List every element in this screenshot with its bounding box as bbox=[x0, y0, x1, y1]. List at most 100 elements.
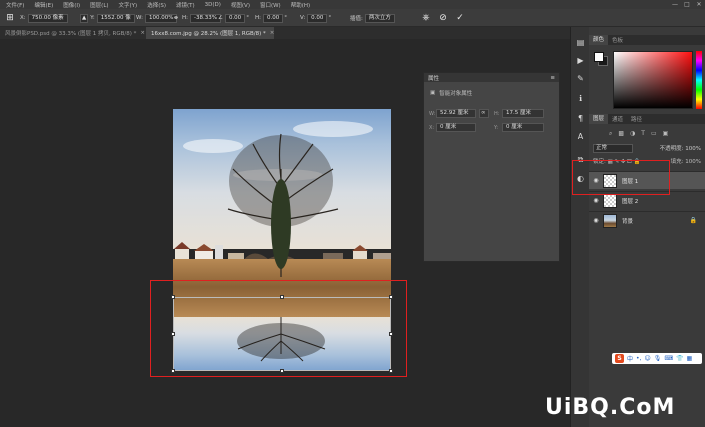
menu-image[interactable]: 图像(I) bbox=[63, 1, 80, 9]
link-icon[interactable]: ⚭ bbox=[170, 12, 182, 24]
layer-row-background[interactable]: ◉ 背景 🔒 bbox=[589, 211, 705, 229]
prop-h-label: H: bbox=[494, 111, 500, 117]
smart-object-icon: ▣ bbox=[430, 90, 436, 96]
menu-help[interactable]: 帮助(H) bbox=[291, 1, 310, 9]
filter-pixel-icon[interactable]: ▩ bbox=[618, 130, 624, 137]
ime-mode-label[interactable]: 中 bbox=[627, 354, 633, 363]
fill-label: 填充: bbox=[670, 159, 684, 165]
prop-y-label: Y: bbox=[494, 125, 499, 131]
tab-color[interactable]: 颜色 bbox=[589, 35, 609, 45]
layer-thumbnail bbox=[603, 213, 617, 228]
panel-menu-icon[interactable]: ≡ bbox=[550, 75, 555, 81]
filter-type-icon[interactable]: T bbox=[641, 130, 645, 137]
y-label: Y: bbox=[90, 15, 95, 21]
angle-icon: ∠ bbox=[218, 15, 223, 21]
vskew-label: V: bbox=[300, 15, 306, 21]
skin-icon[interactable]: 👕 bbox=[676, 355, 683, 362]
microphone-icon[interactable]: 🎙 bbox=[654, 355, 662, 362]
brush-preset-icon[interactable]: ✎ bbox=[575, 73, 586, 83]
properties-panel: 属性 ≡ ▣ 智能对象属性 W: 52.92 厘米 ∞ H: 17.5 厘米 X… bbox=[423, 72, 560, 262]
paragraph-icon[interactable]: ¶ bbox=[575, 113, 586, 123]
tab-layers[interactable]: 图层 bbox=[589, 114, 609, 124]
layer-name: 图层 2 bbox=[622, 198, 639, 205]
warp-mode-icon[interactable]: ⎈ bbox=[420, 12, 432, 24]
interpolation-label: 插值: bbox=[350, 16, 363, 22]
info-icon[interactable]: ℹ bbox=[575, 93, 586, 103]
hue-slider[interactable] bbox=[696, 51, 702, 109]
menu-view[interactable]: 视图(V) bbox=[231, 1, 250, 9]
filter-kind-icon[interactable]: ⌕ bbox=[609, 130, 612, 138]
layer-name: 背景 bbox=[622, 218, 634, 225]
hskew-label: H: bbox=[255, 15, 261, 21]
menu-3d[interactable]: 3D(D) bbox=[205, 2, 221, 8]
opacity-input[interactable]: 100% bbox=[685, 146, 701, 152]
menu-filter[interactable]: 滤镜(T) bbox=[176, 1, 195, 9]
lock-icon: 🔒 bbox=[689, 217, 697, 224]
menu-bar: 文件(F) 编辑(E) 图像(I) 图层(L) 文字(Y) 选择(S) 滤镜(T… bbox=[0, 0, 705, 9]
x-label: X: bbox=[20, 15, 26, 21]
minimize-button[interactable]: — bbox=[669, 0, 681, 9]
angle-input[interactable]: 0.00 bbox=[224, 13, 246, 23]
menu-edit[interactable]: 编辑(E) bbox=[34, 1, 53, 9]
play-actions-icon[interactable]: ▶ bbox=[575, 55, 586, 65]
character-icon[interactable]: A bbox=[575, 131, 586, 141]
foreground-color-swatch[interactable] bbox=[594, 52, 604, 62]
y-input[interactable]: 1552.00 像 bbox=[96, 13, 135, 23]
tab-jpg-document[interactable]: 16xx8.com.jpg @ 28.2% (图层 1, RGB/8) * × bbox=[146, 27, 274, 39]
close-icon[interactable]: × bbox=[270, 30, 274, 36]
filter-shape-icon[interactable]: ▭ bbox=[651, 130, 657, 137]
tab-label: 16xx8.com.jpg @ 28.2% (图层 1, RGB/8) * bbox=[151, 31, 266, 37]
visibility-eye-icon[interactable]: ◉ bbox=[589, 197, 603, 204]
prop-x-input[interactable]: 0 厘米 bbox=[436, 123, 476, 132]
sogou-logo-icon: S bbox=[615, 354, 624, 363]
menu-type[interactable]: 文字(Y) bbox=[119, 1, 138, 9]
opacity-label: 不透明度: bbox=[659, 146, 684, 152]
blend-mode-select[interactable]: 正常 bbox=[593, 143, 633, 153]
tab-channels[interactable]: 通道 bbox=[608, 115, 627, 123]
toolbox-icon[interactable]: ▦ bbox=[687, 355, 693, 362]
tab-swatches[interactable]: 色板 bbox=[608, 36, 627, 44]
prop-h-input[interactable]: 17.5 厘米 bbox=[502, 109, 544, 118]
interpolation-select[interactable]: 两次立方 bbox=[364, 13, 395, 23]
delta-toggle-icon[interactable]: ▲ bbox=[80, 13, 89, 23]
commit-transform-icon[interactable]: ✓ bbox=[454, 12, 466, 24]
vskew-input[interactable]: 0.00 bbox=[307, 13, 328, 23]
h-label: H: bbox=[182, 15, 188, 21]
layer-thumbnail bbox=[603, 193, 617, 208]
highlight-box-layer bbox=[572, 160, 670, 195]
link-icon[interactable]: ∞ bbox=[479, 109, 489, 118]
color-panel-tabs: 颜色 色板 bbox=[589, 35, 705, 45]
close-icon[interactable]: × bbox=[140, 30, 145, 36]
history-icon[interactable]: ▤ bbox=[575, 37, 586, 47]
menu-window[interactable]: 窗口(W) bbox=[260, 1, 281, 9]
h-input[interactable]: -38.33% bbox=[190, 13, 221, 23]
fill-input[interactable]: 100% bbox=[685, 159, 701, 165]
cancel-transform-icon[interactable]: ⊘ bbox=[437, 12, 449, 24]
tab-paths[interactable]: 路径 bbox=[627, 115, 646, 123]
reference-point-icon[interactable]: ⊞ bbox=[4, 12, 16, 24]
highlight-box-reflection bbox=[150, 280, 407, 377]
color-picker-field[interactable] bbox=[613, 51, 693, 109]
degree-label: ° bbox=[246, 15, 249, 21]
emoji-icon[interactable]: ☺ bbox=[644, 355, 650, 362]
maximize-button[interactable]: □ bbox=[681, 0, 693, 9]
prop-w-input[interactable]: 52.92 厘米 bbox=[436, 109, 476, 118]
filter-adjust-icon[interactable]: ◑ bbox=[630, 130, 635, 137]
ime-toolbar[interactable]: S 中 •, ☺ 🎙 ⌨ 👕 ▦ bbox=[612, 353, 702, 364]
properties-header[interactable]: 属性 ≡ bbox=[424, 73, 559, 82]
menu-file[interactable]: 文件(F) bbox=[6, 1, 24, 9]
keyboard-icon[interactable]: ⌨ bbox=[664, 355, 673, 362]
menu-layer[interactable]: 图层(L) bbox=[90, 1, 108, 9]
punctuation-icon[interactable]: •, bbox=[636, 355, 641, 362]
prop-y-input[interactable]: 0 厘米 bbox=[502, 123, 544, 132]
close-window-button[interactable]: ✕ bbox=[693, 0, 705, 9]
menu-select[interactable]: 选择(S) bbox=[147, 1, 166, 9]
x-input[interactable]: 750.00 像素 bbox=[27, 13, 68, 23]
visibility-eye-icon[interactable]: ◉ bbox=[589, 217, 603, 224]
hskew-input[interactable]: 0.00 bbox=[263, 13, 284, 23]
options-bar: ⊞ X: 750.00 像素 ▲ Y: 1552.00 像 W: 100.00%… bbox=[0, 9, 705, 27]
filter-smart-icon[interactable]: ▣ bbox=[663, 130, 669, 137]
window-controls: — □ ✕ bbox=[669, 0, 705, 9]
layer-filter-row: ⌕ ▩ ◑ T ▭ ▣ bbox=[589, 128, 705, 139]
tab-psd-document[interactable]: 风景倒影PSD.psd @ 33.3% (图层 1 拷贝, RGB/8) * × bbox=[0, 27, 146, 39]
